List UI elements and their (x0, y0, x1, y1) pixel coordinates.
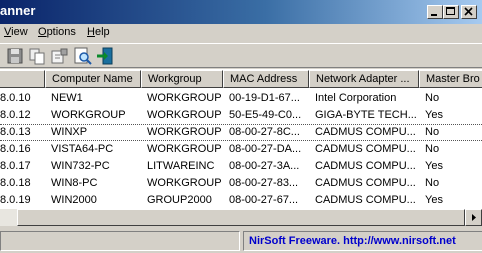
ip-cell: 8.0.10 (0, 92, 31, 104)
master-browser-cell: No (425, 92, 440, 104)
column-header-computer-name[interactable]: Computer Name (45, 70, 141, 88)
title-bar: anner (0, 0, 482, 24)
exit-icon (97, 47, 113, 65)
ip-cell: 8.0.13 (0, 126, 31, 138)
mac-cell: 50-E5-49-C0... (229, 109, 302, 121)
status-bar: NirSoft Freeware. http://www.nirsoft.net (0, 229, 482, 253)
ip-cell: 8.0.16 (0, 143, 31, 155)
arrow-right-icon (472, 214, 476, 221)
table-row[interactable]: 8.0.17 WIN732-PC LITWAREINC 08-00-27-3A.… (0, 158, 482, 175)
workgroup-cell: WORKGROUP (147, 126, 222, 138)
column-header-workgroup[interactable]: Workgroup (141, 70, 223, 88)
horizontal-scrollbar[interactable] (0, 209, 482, 226)
close-button[interactable] (461, 5, 477, 19)
minimize-button[interactable] (427, 5, 443, 19)
mac-cell: 08-00-27-DA... (229, 143, 302, 155)
adapter-cell: CADMUS COMPU... (315, 194, 416, 206)
master-browser-cell: No (425, 143, 440, 155)
mac-cell: 08-00-27-67... (229, 194, 299, 206)
workgroup-cell: WORKGROUP (147, 92, 222, 104)
table-row[interactable]: 8.0.19 WIN2000 GROUP2000 08-00-27-67... … (0, 192, 482, 209)
master-browser-cell: No (425, 177, 440, 189)
column-header-mac-address[interactable]: MAC Address (223, 70, 309, 88)
workgroup-cell: GROUP2000 (147, 194, 212, 206)
mac-cell: 08-00-27-3A... (229, 160, 300, 172)
status-panel-link: NirSoft Freeware. http://www.nirsoft.net (243, 231, 482, 251)
master-browser-cell: Yes (425, 194, 443, 206)
find-button[interactable] (73, 46, 93, 66)
menu-view[interactable]: View (4, 26, 28, 38)
adapter-cell: GIGA-BYTE TECH... (315, 109, 417, 121)
copy-button[interactable] (27, 46, 47, 66)
computer-name-cell: WINXP (51, 126, 88, 138)
master-browser-cell: Yes (425, 160, 443, 172)
master-browser-cell: No (425, 126, 440, 138)
scroll-right-button[interactable] (465, 209, 482, 226)
adapter-cell: CADMUS COMPU... (315, 143, 416, 155)
computer-name-cell: WIN8-PC (51, 177, 98, 189)
menu-bar: View Options Help (0, 24, 482, 42)
list-header: Computer Name Workgroup MAC Address Netw… (0, 70, 482, 88)
computer-name-cell: WORKGROUP (51, 109, 126, 121)
minimize-icon (431, 14, 437, 16)
window-title: anner (0, 3, 36, 18)
ip-cell: 8.0.18 (0, 177, 31, 189)
adapter-cell: Intel Corporation (315, 92, 397, 104)
ip-cell: 8.0.12 (0, 109, 31, 121)
mac-cell: 08-00-27-83... (229, 177, 299, 189)
computer-name-cell: WIN2000 (51, 194, 97, 206)
workgroup-cell: WORKGROUP (147, 143, 222, 155)
table-row[interactable]: 8.0.16 VISTA64-PC WORKGROUP 08-00-27-DA.… (0, 141, 482, 158)
scrollbar-thumb[interactable] (17, 209, 465, 226)
ip-cell: 8.0.17 (0, 160, 31, 172)
workgroup-cell: WORKGROUP (147, 177, 222, 189)
save-icon (7, 48, 23, 64)
column-header-network-adapter[interactable]: Network Adapter ... (309, 70, 419, 88)
nirsoft-link[interactable]: NirSoft Freeware. http://www.nirsoft.net (249, 235, 456, 247)
table-row[interactable]: 8.0.10 NEW1 WORKGROUP 00-19-D1-67... Int… (0, 90, 482, 107)
ip-cell: 8.0.19 (0, 194, 31, 206)
adapter-cell: CADMUS COMPU... (315, 126, 416, 138)
column-header-master-browser[interactable]: Master Bro (419, 70, 482, 88)
save-button[interactable] (5, 46, 25, 66)
adapter-cell: CADMUS COMPU... (315, 177, 416, 189)
master-browser-cell: Yes (425, 109, 443, 121)
properties-icon (51, 48, 68, 64)
maximize-button[interactable] (443, 5, 459, 19)
workgroup-cell: LITWAREINC (147, 160, 215, 172)
computer-name-cell: NEW1 (51, 92, 83, 104)
toolbar (0, 43, 482, 68)
computer-list[interactable]: Computer Name Workgroup MAC Address Netw… (0, 69, 482, 226)
status-panel-empty (0, 231, 240, 251)
menu-options[interactable]: Options (38, 26, 76, 38)
column-header-ip[interactable] (0, 70, 45, 88)
close-icon (464, 7, 473, 16)
copy-icon (29, 48, 45, 65)
computer-name-cell: VISTA64-PC (51, 143, 114, 155)
properties-button[interactable] (49, 46, 69, 66)
table-row[interactable]: 8.0.12 WORKGROUP WORKGROUP 50-E5-49-C0..… (0, 107, 482, 124)
mac-cell: 00-19-D1-67... (229, 92, 300, 104)
maximize-icon (446, 7, 455, 15)
find-icon (74, 47, 92, 65)
table-row[interactable]: 8.0.18 WIN8-PC WORKGROUP 08-00-27-83... … (0, 175, 482, 192)
table-row[interactable]: 8.0.13 WINXP WORKGROUP 08-00-27-8C... CA… (0, 124, 482, 141)
mac-cell: 08-00-27-8C... (229, 126, 300, 138)
computer-name-cell: WIN732-PC (51, 160, 110, 172)
exit-button[interactable] (95, 46, 115, 66)
workgroup-cell: WORKGROUP (147, 109, 222, 121)
menu-help[interactable]: Help (87, 26, 110, 38)
adapter-cell: CADMUS COMPU... (315, 160, 416, 172)
